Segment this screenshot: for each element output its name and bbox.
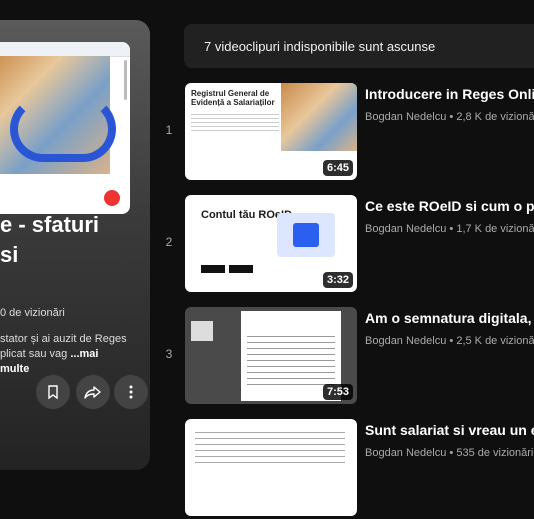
playlist-thumbnail[interactable] [0,42,130,214]
playlist-description: stator și ai auzit de Reges plicat sau v… [0,332,128,377]
description-text: stator și ai auzit de Reges plicat sau v… [0,333,127,360]
playlist-item[interactable]: 1 Registrul General de Evidență a Salari… [160,83,534,183]
more-button[interactable] [114,375,148,409]
logo-badge [102,188,122,208]
hidden-videos-notice: 7 videoclipuri indisponibile sunt ascuns… [184,24,534,68]
more-vert-icon [129,385,133,399]
thumbnail-sidebar [191,321,213,341]
thumbnail-document: Registrul General de Evidență a Salariaț… [191,89,279,169]
bookmark-icon [48,385,58,400]
thumbnail-document [195,427,345,467]
video-thumbnail[interactable]: 7:53 [185,307,357,404]
view-count: 2,5 K de vizionări [456,335,534,347]
video-meta: Bogdan Nedelcu • 2,5 K de vizionări [365,335,534,347]
duration-badge: 7:53 [322,384,353,400]
browser-bar [0,42,130,57]
thumbnail-heading: Registrul General de Evidență a Salariaț… [191,89,275,107]
video-meta: Bogdan Nedelcu • 2,8 K de vizionări [365,111,534,123]
playlist-item[interactable]: 3 7:53 Am o semnatura digitala, cu Bogda… [160,307,534,407]
playlist-panel: e - sfaturi si 0 de vizionări stator și … [0,20,150,470]
duration-badge: 6:45 [322,160,353,176]
channel-name[interactable]: Bogdan Nedelcu [365,223,446,235]
view-count: 2,8 K de vizionări [456,111,534,123]
duration-badge: 3:32 [322,272,353,288]
video-title[interactable]: Sunt salariat si vreau un ext [365,422,534,438]
channel-name[interactable]: Bogdan Nedelcu [365,447,446,459]
playlist-views: 0 de vizionări [0,307,65,319]
video-title[interactable]: Am o semnatura digitala, cu [365,310,534,326]
channel-name[interactable]: Bogdan Nedelcu [365,111,446,123]
share-button[interactable] [76,375,110,409]
video-thumbnail[interactable] [185,419,357,516]
view-count: 535 de vizionări [456,447,534,459]
video-title[interactable]: Ce este ROeID si cum o pot [365,198,534,214]
video-meta: Bogdan Nedelcu • 1,7 K de vizionări [365,223,534,235]
playlist-item[interactable]: 2 Contul tău ROeID 3:32 Ce este ROeID si… [160,195,534,295]
playlist-actions [0,372,148,412]
thumbnail-art [277,213,335,257]
share-icon [84,386,101,399]
thumbnail-photo [281,83,357,151]
item-index: 1 [165,123,173,137]
store-badges [201,265,253,273]
item-index: 2 [165,235,173,249]
video-thumbnail[interactable]: Registrul General de Evidență a Salariaț… [185,83,357,180]
view-count: 1,7 K de vizionări [456,223,534,235]
playlist-item[interactable]: Sunt salariat si vreau un ext Bogdan Ned… [160,419,534,519]
video-title[interactable]: Introducere in Reges Online [365,86,534,102]
playlist-title: e - sfaturi si [0,212,100,267]
scrollbar [124,60,127,100]
item-index: 3 [165,347,173,361]
video-thumbnail[interactable]: Contul tău ROeID 3:32 [185,195,357,292]
channel-name[interactable]: Bogdan Nedelcu [365,335,446,347]
thumbnail-photo [0,56,116,174]
save-button[interactable] [36,375,70,409]
video-meta: Bogdan Nedelcu • 535 de vizionări [365,447,534,459]
